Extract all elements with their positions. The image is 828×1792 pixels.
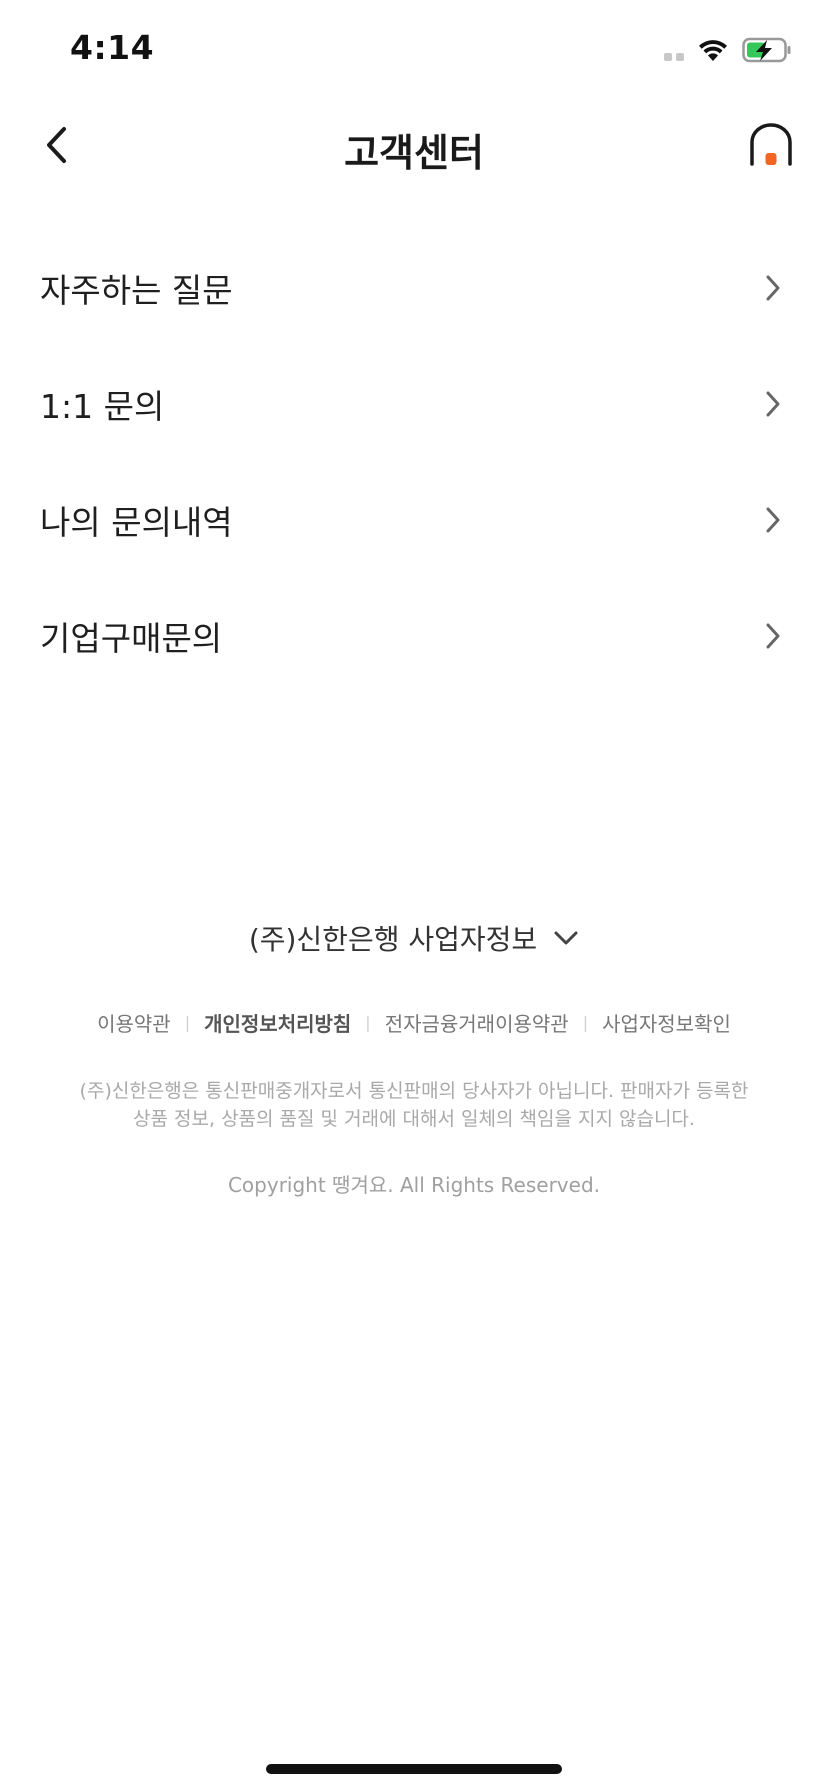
menu-item-faq[interactable]: 자주하는 질문 <box>0 230 828 346</box>
home-indicator <box>266 1764 562 1774</box>
terms-link[interactable]: 이용약관 <box>83 1008 185 1037</box>
page-title: 고객센터 <box>344 131 484 175</box>
business-info-label: (주)신한은행 사업자정보 <box>248 923 538 956</box>
nav-bar: 고객센터 <box>0 100 828 190</box>
status-time: 4:14 <box>70 28 155 67</box>
copyright: Copyright 땡겨요. All Rights Reserved. <box>227 1173 601 1197</box>
status-bar: 4:14 <box>0 0 828 100</box>
footer: (주)신한은행 사업자정보 이용약관 | 개인정보처리방침 | 전자금융거래이용… <box>0 918 828 1198</box>
menu-item-label: 1:1 문의 <box>40 387 165 426</box>
chevron-right-icon <box>758 621 788 651</box>
disclaimer: (주)신한은행은 통신판매중개자로서 통신판매의 당사자가 아닙니다. 판매자가… <box>74 1077 754 1133</box>
home-button[interactable] <box>744 118 798 172</box>
privacy-policy-link[interactable]: 개인정보처리방침 <box>190 1008 365 1037</box>
home-icon <box>750 123 792 166</box>
cellular-signal-icon <box>664 39 684 61</box>
chevron-right-icon <box>758 389 788 419</box>
e-finance-terms-link[interactable]: 전자금융거래이용약관 <box>371 1008 583 1037</box>
menu-list: 자주하는 질문 1:1 문의 나의 문의내역 기업구매문의 <box>0 230 828 694</box>
chevron-right-icon <box>758 505 788 535</box>
menu-item-my-inquiries[interactable]: 나의 문의내역 <box>0 462 828 578</box>
footer-links: 이용약관 | 개인정보처리방침 | 전자금융거래이용약관 | 사업자정보확인 <box>0 1008 828 1037</box>
menu-item-corporate-purchase[interactable]: 기업구매문의 <box>0 578 828 694</box>
menu-item-label: 나의 문의내역 <box>40 503 233 542</box>
menu-item-label: 자주하는 질문 <box>40 271 233 310</box>
business-info-check-link[interactable]: 사업자정보확인 <box>588 1008 745 1037</box>
menu-item-one-on-one-inquiry[interactable]: 1:1 문의 <box>0 346 828 462</box>
battery-charging-icon <box>742 37 791 63</box>
chevron-down-icon <box>554 931 578 945</box>
status-icons <box>664 32 792 68</box>
menu-item-label: 기업구매문의 <box>40 619 223 658</box>
chevron-right-icon <box>758 273 788 303</box>
disclaimer-line: 상품 정보, 상품의 품질 및 거래에 대해서 일체의 책임을 지지 않습니다. <box>133 1108 695 1130</box>
wifi-icon <box>699 40 727 61</box>
business-info-toggle[interactable]: (주)신한은행 사업자정보 <box>249 918 579 958</box>
disclaimer-line: (주)신한은행은 통신판매중개자로서 통신판매의 당사자가 아닙니다. 판매자가… <box>79 1080 749 1102</box>
